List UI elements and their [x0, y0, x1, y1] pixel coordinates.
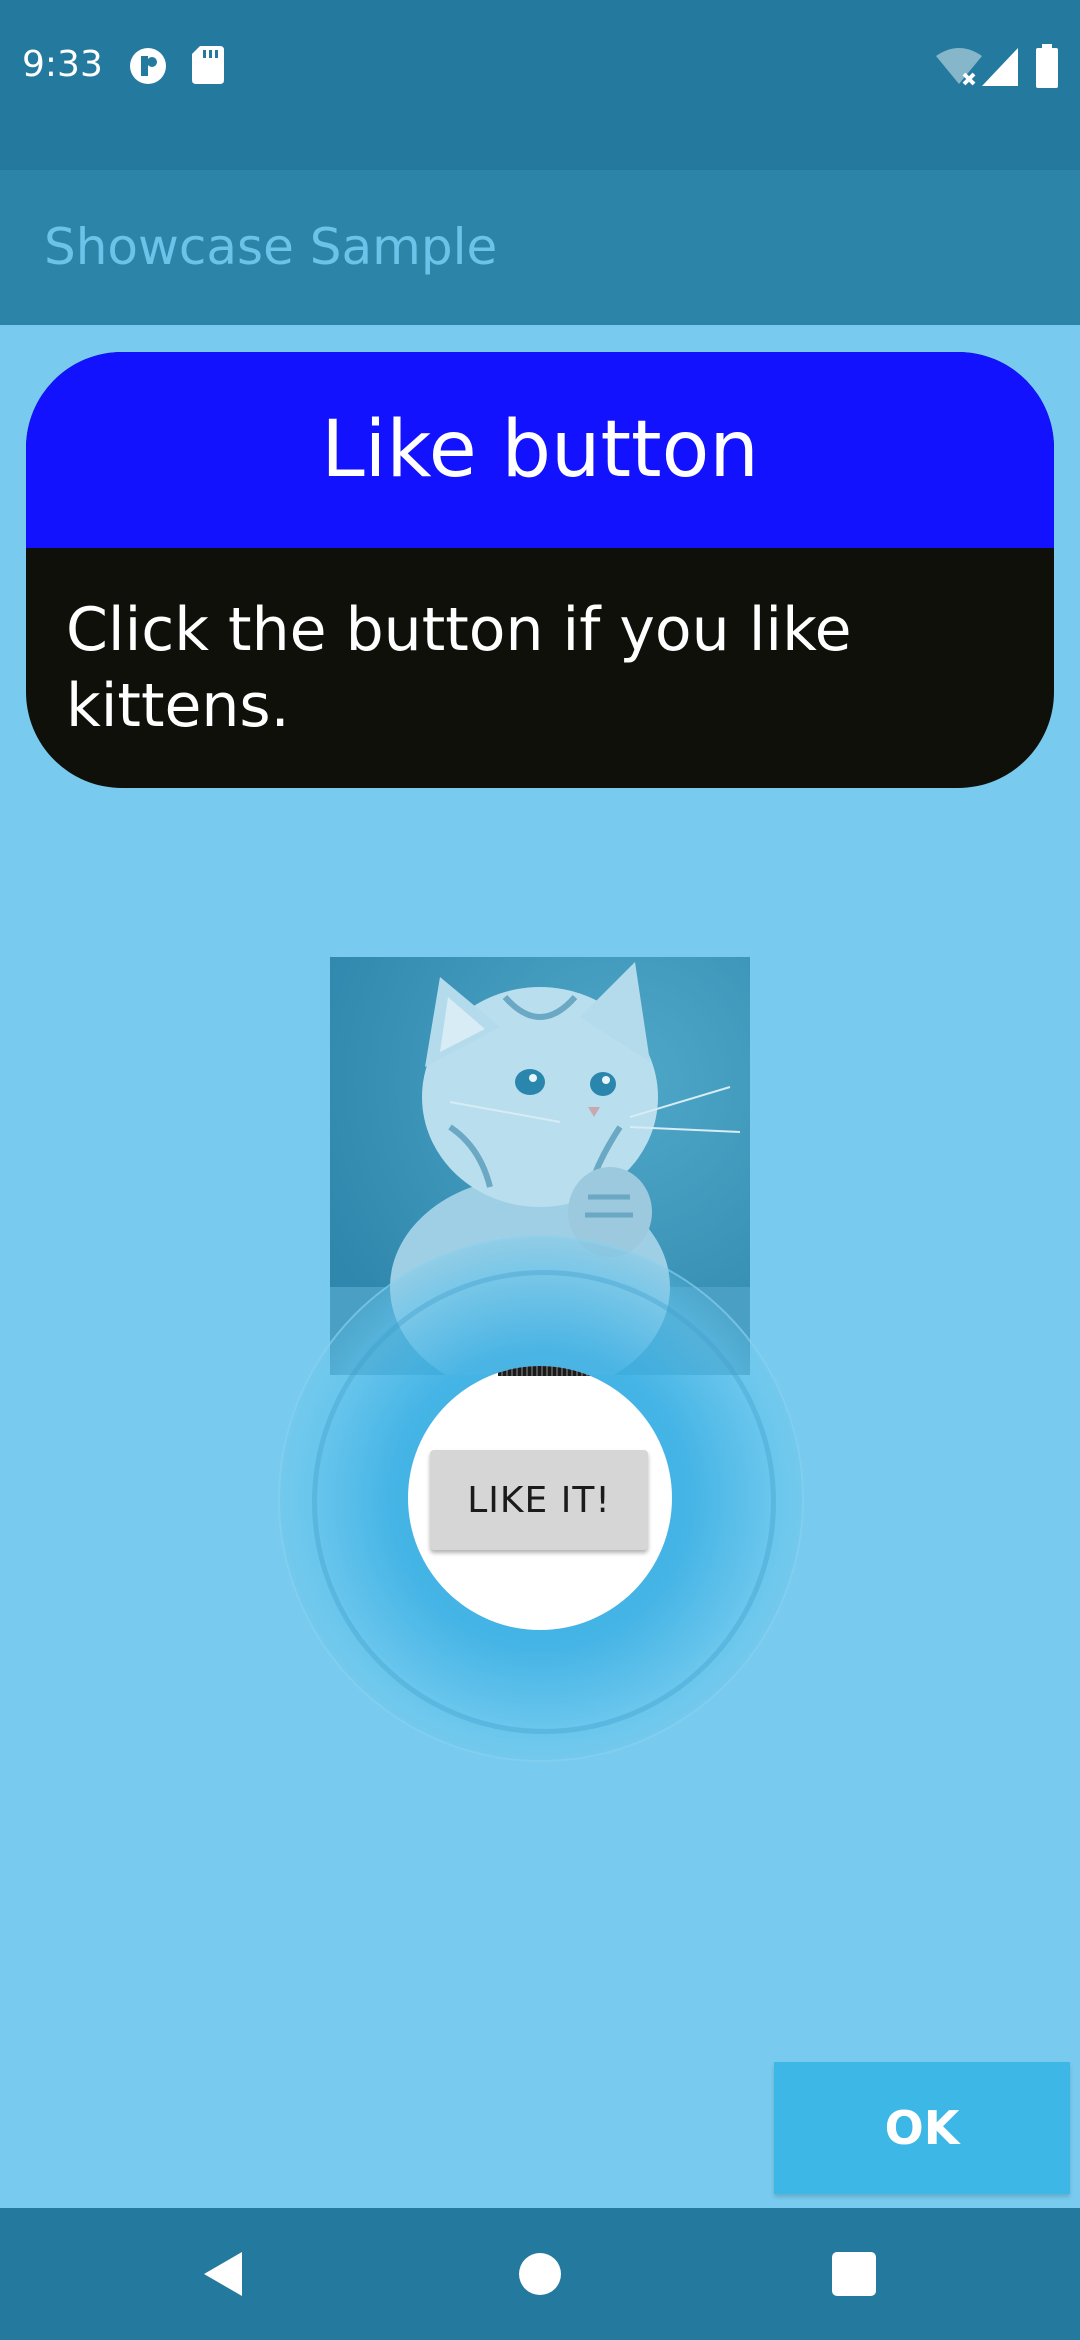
tooltip-header: Like button: [26, 352, 1054, 548]
recents-icon[interactable]: [826, 2246, 882, 2302]
app-bar: Showcase Sample: [0, 170, 1080, 325]
tooltip-description: Click the button if you like kittens.: [66, 595, 852, 741]
status-bar-spacer: [0, 140, 1080, 170]
wifi-off-icon: [936, 48, 982, 86]
status-time: 9:33: [22, 44, 103, 85]
navigation-bar: [0, 2208, 1080, 2340]
showcase-tooltip: Like button Click the button if you like…: [26, 352, 1054, 788]
tooltip-title: Like button: [321, 405, 759, 495]
cell-signal-icon: [982, 48, 1018, 86]
back-icon[interactable]: [196, 2246, 252, 2302]
status-bar: 9:33: [0, 0, 1080, 140]
home-icon[interactable]: [512, 2246, 568, 2302]
like-button[interactable]: LIKE IT!: [430, 1450, 648, 1550]
ok-button[interactable]: OK: [774, 2062, 1070, 2194]
spotlight-circle: LIKE IT!: [408, 1366, 672, 1630]
sd-card-icon: [192, 46, 224, 84]
kitten-image-edge: [498, 1366, 592, 1376]
battery-icon: [1036, 44, 1058, 88]
vpn-key-icon: [128, 46, 168, 86]
app-title: Showcase Sample: [44, 218, 498, 276]
